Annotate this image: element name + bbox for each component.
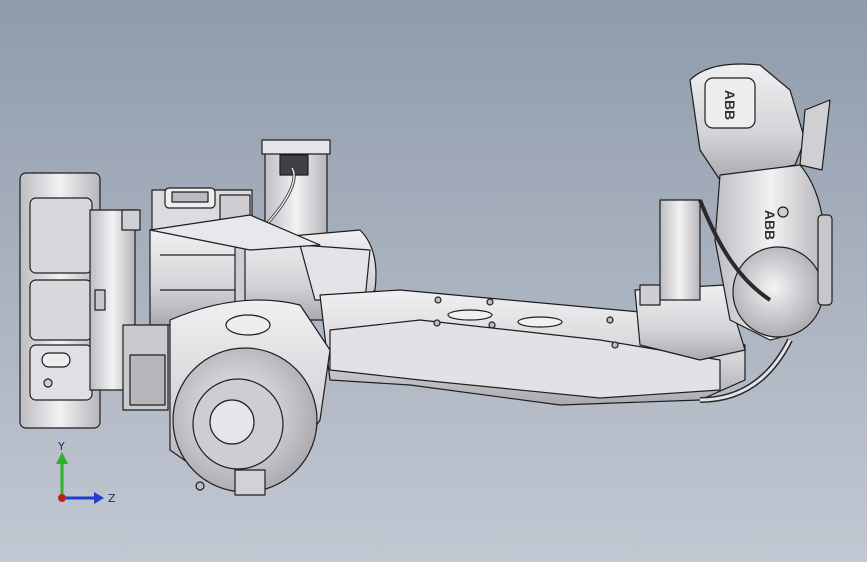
triad-origin-icon: [58, 494, 66, 502]
orientation-triad: Y Z: [56, 440, 116, 505]
base-flange[interactable]: [19, 172, 136, 429]
cad-viewport[interactable]: ABB ABB Y Z: [0, 0, 867, 562]
z-axis-arrow-icon: [94, 492, 104, 504]
abb-logo-top: ABB: [722, 90, 738, 120]
z-axis-label: Z: [108, 492, 116, 505]
shoulder-joint[interactable]: [122, 299, 331, 496]
y-axis-arrow-icon: [56, 452, 68, 464]
robot-arm-model[interactable]: ABB ABB: [0, 0, 867, 562]
y-axis-label: Y: [57, 440, 65, 453]
abb-logo-side: ABB: [762, 210, 778, 240]
